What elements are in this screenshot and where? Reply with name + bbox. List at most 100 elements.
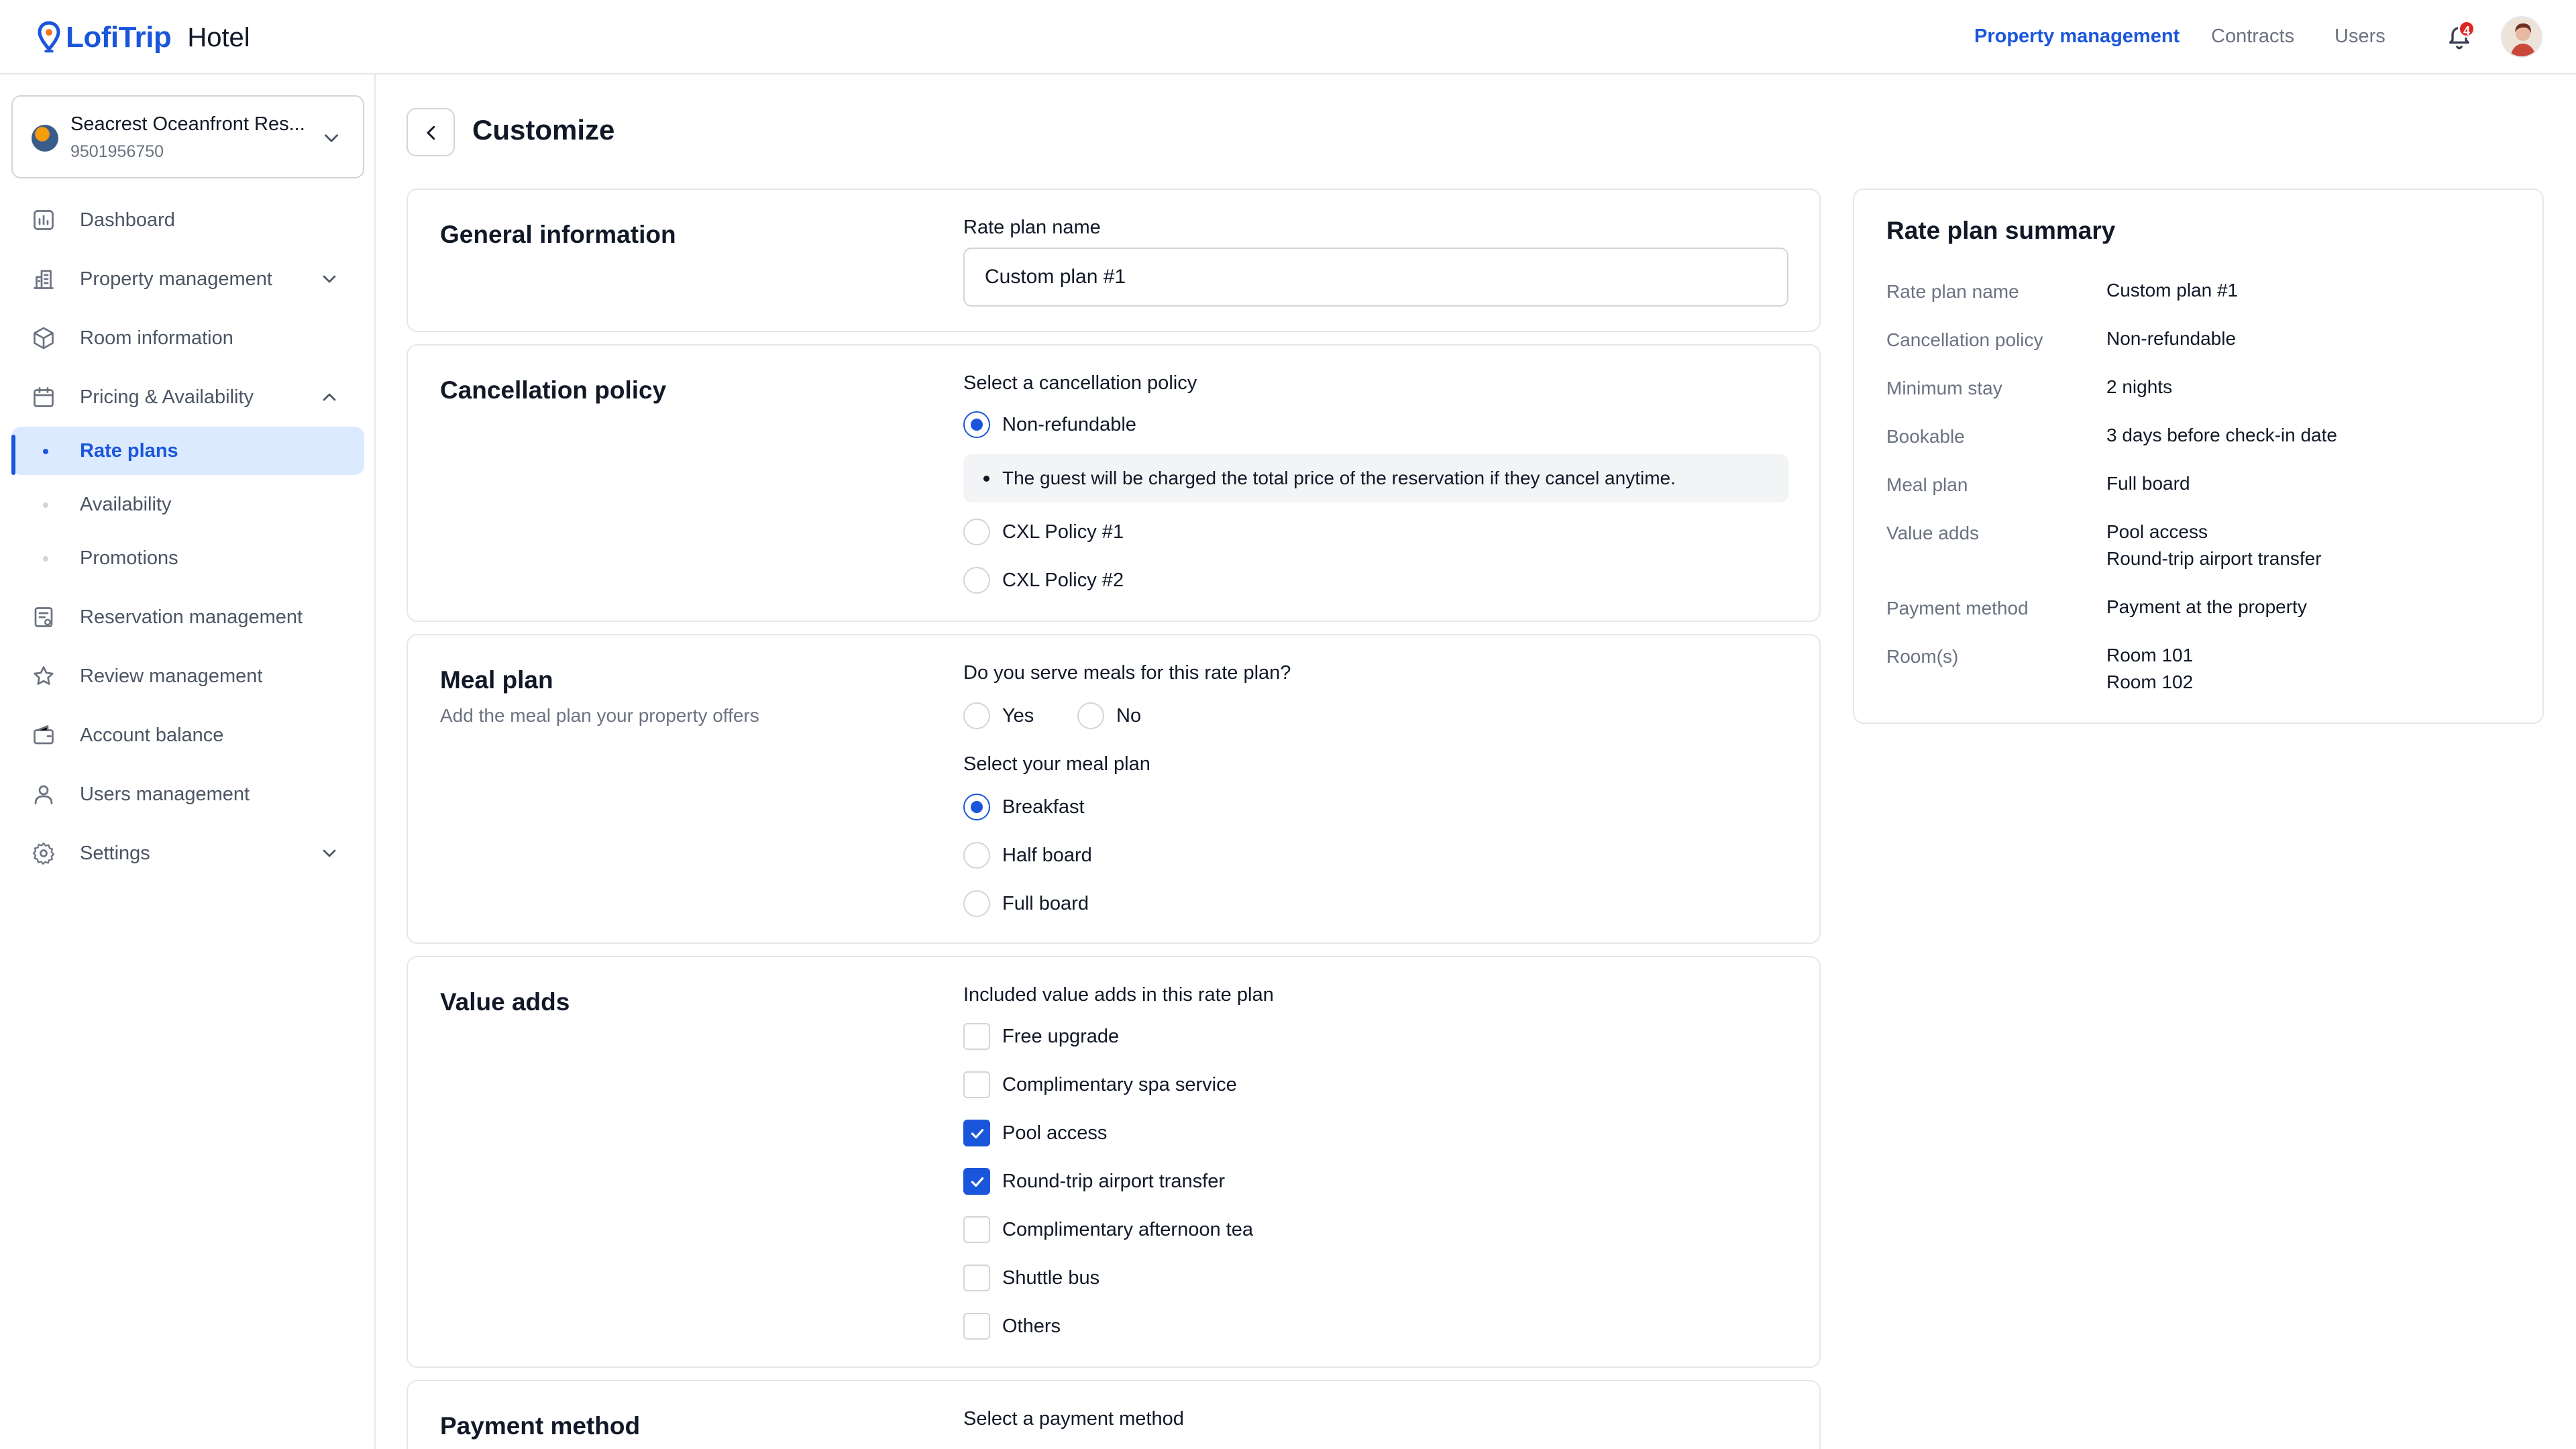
radio-button[interactable] bbox=[963, 519, 990, 545]
reservation-icon bbox=[34, 607, 53, 627]
property-thumbnail bbox=[32, 125, 58, 152]
checkbox[interactable] bbox=[963, 1023, 990, 1050]
checkbox[interactable] bbox=[963, 1216, 990, 1243]
sidebar-subitem-availability[interactable]: Availability bbox=[11, 480, 364, 529]
sidebar-item-room-information[interactable]: Room information bbox=[11, 314, 364, 362]
rate-plan-name-input[interactable] bbox=[963, 248, 1788, 307]
option-label: Free upgrade bbox=[1002, 1025, 1120, 1047]
topnav-contracts[interactable]: Contracts bbox=[2211, 25, 2294, 48]
payment-method-card: Payment method Select a payment method bbox=[407, 1380, 1821, 1449]
serve-option-yes[interactable]: Yes bbox=[963, 701, 1034, 731]
section-title: Meal plan bbox=[440, 666, 553, 694]
summary-value: Round-trip airport transfer bbox=[2106, 548, 2322, 569]
radio-button[interactable] bbox=[963, 567, 990, 594]
radio-button[interactable] bbox=[963, 890, 990, 917]
sidebar-item-label: Users management bbox=[80, 784, 250, 805]
checkbox[interactable] bbox=[963, 1120, 990, 1146]
value-add-free-upgrade[interactable]: Free upgrade bbox=[963, 1022, 1119, 1051]
value-add-pool-access[interactable]: Pool access bbox=[963, 1118, 1107, 1148]
sidebar-subitem-label: Availability bbox=[80, 494, 172, 515]
radio-button[interactable] bbox=[1077, 702, 1104, 729]
summary-key: Value adds bbox=[1886, 523, 1980, 543]
sidebar-subitem-rate-plans[interactable]: Rate plans bbox=[11, 427, 364, 475]
notification-badge: 4 bbox=[2458, 20, 2475, 38]
meal-plan-card: Meal plan Add the meal plan your propert… bbox=[407, 634, 1821, 944]
option-label: CXL Policy #1 bbox=[1002, 521, 1124, 543]
cancellation-option-cxl-1[interactable]: CXL Policy #1 bbox=[963, 517, 1124, 547]
sidebar-item-label: Property management bbox=[80, 268, 272, 290]
radio-button[interactable] bbox=[963, 702, 990, 729]
property-id: 9501956750 bbox=[70, 142, 164, 161]
policy-note-text: The guest will be charged the total pric… bbox=[1002, 468, 1676, 488]
cancellation-option-non-refundable[interactable]: Non-refundable bbox=[963, 410, 1136, 439]
summary-value: Room 102 bbox=[2106, 672, 2194, 692]
sidebar-item-label: Room information bbox=[80, 327, 233, 349]
summary-key: Rate plan name bbox=[1886, 281, 2019, 302]
wallet-icon bbox=[34, 725, 54, 745]
meal-option-breakfast[interactable]: Breakfast bbox=[963, 792, 1085, 822]
sidebar-item-review-management[interactable]: Review management bbox=[11, 652, 364, 700]
general-info-card: General information Rate plan name bbox=[407, 189, 1821, 332]
check-icon bbox=[971, 1177, 984, 1187]
rate-plan-name-label: Rate plan name bbox=[963, 217, 1101, 238]
summary-value: Payment at the property bbox=[2106, 596, 2307, 617]
topnav-property-management[interactable]: Property management bbox=[1974, 25, 2180, 48]
value-add-afternoon-tea[interactable]: Complimentary afternoon tea bbox=[963, 1215, 1253, 1244]
cube-icon bbox=[34, 327, 54, 350]
summary-key: Payment method bbox=[1886, 598, 2029, 619]
sidebar-item-label: Account balance bbox=[80, 724, 224, 746]
checkbox[interactable] bbox=[963, 1168, 990, 1195]
gear-icon bbox=[32, 842, 55, 865]
value-add-shuttle-bus[interactable]: Shuttle bus bbox=[963, 1263, 1099, 1293]
value-add-airport-transfer[interactable]: Round-trip airport transfer bbox=[963, 1167, 1225, 1196]
option-label: Pool access bbox=[1002, 1122, 1108, 1144]
sidebar-item-settings[interactable]: Settings bbox=[11, 829, 364, 877]
calendar-icon bbox=[34, 387, 54, 407]
checkbox[interactable] bbox=[963, 1071, 990, 1098]
sidebar-subitem-promotions[interactable]: Promotions bbox=[11, 534, 364, 582]
chevron-down-icon bbox=[323, 275, 336, 283]
sidebar-item-account-balance[interactable]: Account balance bbox=[11, 711, 364, 759]
payment-question: Select a payment method bbox=[963, 1408, 1184, 1430]
option-label: Others bbox=[1002, 1315, 1061, 1337]
sidebar-item-property-management[interactable]: Property management bbox=[11, 255, 364, 303]
section-title: General information bbox=[440, 221, 676, 248]
radio-button[interactable] bbox=[963, 842, 990, 869]
back-button[interactable] bbox=[407, 108, 455, 156]
value-add-others[interactable]: Others bbox=[963, 1311, 1061, 1341]
sidebar-item-reservation-management[interactable]: Reservation management bbox=[11, 593, 364, 641]
sidebar-subitem-label: Rate plans bbox=[80, 440, 178, 462]
option-label: Round-trip airport transfer bbox=[1002, 1170, 1226, 1192]
cancellation-question: Select a cancellation policy bbox=[963, 372, 1197, 394]
summary-key: Cancellation policy bbox=[1886, 329, 2043, 350]
section-title: Payment method bbox=[440, 1412, 641, 1440]
sidebar-item-dashboard[interactable]: Dashboard bbox=[11, 196, 364, 244]
summary-value: Custom plan #1 bbox=[2106, 280, 2239, 301]
summary-value: Pool access bbox=[2106, 521, 2208, 542]
property-selector[interactable]: Seacrest Oceanfront Res... 9501956750 bbox=[11, 95, 364, 178]
serve-option-no[interactable]: No bbox=[1077, 701, 1141, 731]
sidebar-item-pricing-availability[interactable]: Pricing & Availability bbox=[11, 373, 364, 421]
option-label: Full board bbox=[1002, 892, 1089, 914]
meal-option-half-board[interactable]: Half board bbox=[963, 841, 1092, 870]
active-indicator bbox=[11, 435, 15, 475]
page-title: Customize bbox=[472, 114, 615, 146]
radio-button[interactable] bbox=[963, 794, 990, 820]
avatar[interactable] bbox=[2501, 16, 2542, 58]
checkbox[interactable] bbox=[963, 1313, 990, 1340]
top-bar: LofiTrip Hotel Property management Contr… bbox=[0, 0, 2576, 74]
meal-option-full-board[interactable]: Full board bbox=[963, 889, 1089, 918]
checkbox[interactable] bbox=[963, 1265, 990, 1291]
sidebar-item-users-management[interactable]: Users management bbox=[11, 770, 364, 818]
radio-button[interactable] bbox=[963, 411, 990, 438]
chevron-up-icon bbox=[323, 393, 336, 401]
value-add-spa[interactable]: Complimentary spa service bbox=[963, 1070, 1237, 1099]
app-root: LofiTrip Hotel Property management Contr… bbox=[0, 0, 2576, 1449]
summary-value: 2 nights bbox=[2106, 376, 2173, 397]
rate-plan-summary-card: Rate plan summary Rate plan name Custom … bbox=[1853, 189, 2544, 724]
cancellation-option-cxl-2[interactable]: CXL Policy #2 bbox=[963, 566, 1124, 595]
bullet-dot bbox=[43, 502, 48, 508]
meal-plan-question: Select your meal plan bbox=[963, 753, 1150, 775]
topnav-users[interactable]: Users bbox=[2334, 25, 2385, 48]
logo[interactable]: LofiTrip Hotel bbox=[36, 19, 250, 56]
